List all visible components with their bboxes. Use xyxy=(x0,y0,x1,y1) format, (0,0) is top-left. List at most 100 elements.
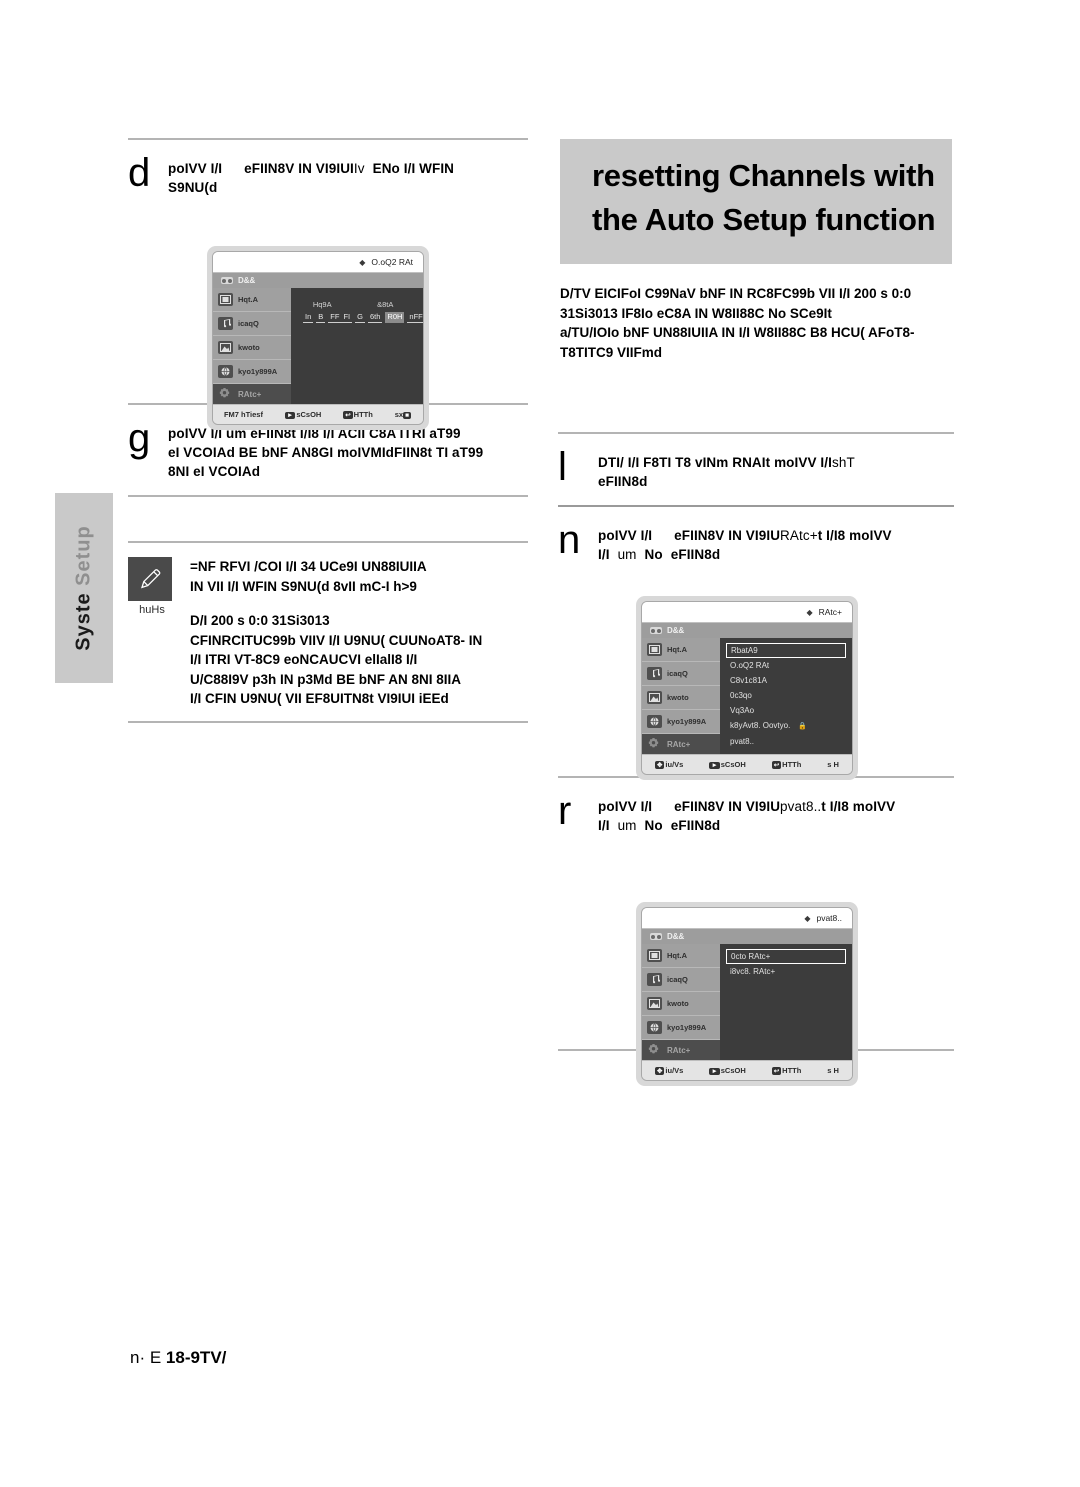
osd-sidebar-item-setup[interactable]: RAtc+ xyxy=(213,384,291,404)
osd-sidebar-label: kyo1y899A xyxy=(667,1023,707,1032)
osd-bottom-hint-3[interactable]: ↩ HTTh xyxy=(771,760,801,769)
intro-line-1: D/TV EICIFoI C99NaV bNF IN RC8FC99b VII … xyxy=(560,286,912,301)
osd-sidebar: Hqt.A icaqQ kwoto kyo1y899A RAtc+ xyxy=(213,288,291,404)
osd-main: Hqt.A icaqQ kwoto xyxy=(642,944,852,1060)
settings-cell-selected[interactable]: R0H xyxy=(385,312,405,323)
osd-main: Hqt.A icaqQ kwoto xyxy=(213,288,423,404)
note-paragraph-2: D/I 200 s 0:0 31Si3013 CFINRCITUC99b VII… xyxy=(190,611,528,709)
osd-sidebar-item-setup[interactable]: RAtc+ xyxy=(642,734,720,754)
osd-menu-item-selected[interactable]: 0cto RAtc+ xyxy=(726,949,846,964)
settings-cell[interactable]: B xyxy=(316,312,326,323)
osd-topbar: ◆ pvat8.. xyxy=(642,908,852,929)
osd-menu-item-locked[interactable]: k8yAvt8. Oovtyo. 🔒 xyxy=(726,718,846,734)
sidebar-tab-word-system: Syste xyxy=(72,592,95,651)
step-n: n poIVV I/I eFIIN8V IN VI9IURAtc+t I/I8 m… xyxy=(558,507,954,578)
osd-bottom-hint-1[interactable]: FM7 hTiesf xyxy=(224,410,263,419)
osd-sidebar-item-language[interactable]: kyo1y899A xyxy=(642,710,720,734)
settings-column-1: Hq9A In B FF xyxy=(303,300,342,334)
osd-bottom-bar: FM7 hTiesf ► sCsOH ↩ HTTh sx ■ xyxy=(213,404,423,424)
osd-sidebar-item-title[interactable]: Hqt.A xyxy=(642,638,720,662)
osd-bottom-hint-3[interactable]: ↩ HTTh xyxy=(343,410,373,419)
step-n-line1-d: t I/I8 moIVV xyxy=(817,528,892,543)
osd-sidebar-label: Hqt.A xyxy=(667,951,687,960)
osd-bottom-hint-2[interactable]: ► sCsOH xyxy=(709,1066,746,1075)
osd-sidebar-item-display[interactable]: kwoto xyxy=(642,992,720,1016)
osd-bottom-hint-2[interactable]: ► sCsOH xyxy=(284,410,321,419)
osd-sidebar: Hqt.A icaqQ kwoto kyo1y899A RAtc+ xyxy=(642,944,720,1060)
note-p2-line-3: I/I ITRI VT-8C9 eoNCAUCVI elIalI8 I/I xyxy=(190,652,418,667)
page-title-line-2: the Auto Setup function xyxy=(592,202,936,237)
osd-menu-item[interactable]: i8vc8. RAtc+ xyxy=(726,964,846,979)
lock-icon: 🔒 xyxy=(798,722,808,730)
settings-cell[interactable]: G xyxy=(355,312,365,323)
left-column: d poIVV I/I eFIIN8V IN VI9IUIIv ENo I/I WF… xyxy=(128,138,528,723)
osd-content: 0cto RAtc+ i8vc8. RAtc+ xyxy=(720,944,852,1060)
osd-sidebar-item-audio[interactable]: icaqQ xyxy=(642,968,720,992)
note-p1-line-2: IN VII I/I WFIN S9NU(d 8vII mC-I h>9 xyxy=(190,578,417,594)
osd-menu-item[interactable]: O.oQ2 RAt xyxy=(726,658,846,673)
osd-sidebar-label: kwoto xyxy=(667,693,689,702)
osd-topbar-title: pvat8.. xyxy=(816,913,842,923)
intro-line-3: a/TU/IOIo bNF UN88IUIIA IN I/I W8II88C B… xyxy=(560,325,915,340)
osd-setup-label: RAtc+ xyxy=(667,1045,691,1055)
osd-menu-item[interactable]: C8v1c81A xyxy=(726,673,846,688)
osd-bottom-hint-2[interactable]: ► sCsOH xyxy=(709,760,746,769)
osd-bottom-bar: ✥ iu/Vs ► sCsOH ↩ HTTh s H xyxy=(642,754,852,774)
osd-sidebar-item-title[interactable]: Hqt.A xyxy=(213,288,291,312)
picture-icon xyxy=(647,997,662,1010)
film-strip-icon xyxy=(647,949,662,962)
osd-bottom-hint-4[interactable]: s H xyxy=(827,760,839,769)
settings-cell[interactable]: FI xyxy=(341,312,353,323)
osd-menu-item[interactable]: Vq3Ao xyxy=(726,703,846,718)
gear-icon xyxy=(218,387,233,402)
osd-bottom-hint-1[interactable]: ✥ iu/Vs xyxy=(654,760,683,769)
picture-icon xyxy=(218,341,233,354)
pencil-icon xyxy=(128,557,172,601)
osd-sidebar-item-audio[interactable]: icaqQ xyxy=(642,662,720,686)
osd-content: RbatA9 O.oQ2 RAt C8v1c81A 0c3qo Vq3Ao k8… xyxy=(720,638,852,754)
settings-cell[interactable]: 6th xyxy=(367,312,383,323)
step-r-line2-b: um xyxy=(617,818,637,833)
step-r-line2-d: eFIIN8d xyxy=(670,818,721,833)
note-p2-line-5: I/I CFIN U9NU( VII EF8UITN8t VI9IUI iEEd xyxy=(190,691,449,706)
page-title: resetting Channels with the Auto Setup f… xyxy=(560,139,952,242)
osd-sidebar-label: kwoto xyxy=(667,999,689,1008)
button-glyph-icon: ► xyxy=(709,1068,720,1075)
music-note-icon xyxy=(218,317,233,330)
globe-icon xyxy=(647,1021,662,1034)
music-note-icon xyxy=(647,667,662,680)
step-r-line1-d: t I/I8 moIVV xyxy=(821,799,896,814)
osd-sidebar-label: icaqQ xyxy=(667,975,688,984)
settings-cell[interactable]: In xyxy=(303,312,314,323)
osd-frame: ◆ O.oQ2 RAt D&& Hqt.A icaqQ kwoto kyo1y8… xyxy=(212,251,424,425)
dpad-icon: ✥ xyxy=(654,761,665,769)
osd-disc-bar: D&& xyxy=(213,273,423,288)
osd-sidebar-item-setup[interactable]: RAtc+ xyxy=(642,1040,720,1060)
settings-column-2: &8tA FI G 6th R0H nFFg xyxy=(341,300,423,334)
osd-bottom-hint-4[interactable]: s H xyxy=(827,1066,839,1075)
step-g-number: g xyxy=(128,416,151,460)
step-r-line1-a: poIVV I/I xyxy=(598,799,653,814)
osd-menu-item-selected[interactable]: RbatA9 xyxy=(726,643,846,658)
osd-sidebar-item-display[interactable]: kwoto xyxy=(642,686,720,710)
osd-sidebar-item-language[interactable]: kyo1y899A xyxy=(642,1016,720,1040)
osd-menu-item[interactable]: 0c3qo xyxy=(726,688,846,703)
settings-cell[interactable]: FF xyxy=(328,312,342,323)
osd-bottom-hint-3[interactable]: ↩ HTTh xyxy=(771,1066,801,1075)
osd-menu-item[interactable]: pvat8.. xyxy=(726,734,846,749)
osd-sidebar-item-title[interactable]: Hqt.A xyxy=(642,944,720,968)
note-paragraph-1: =NF RFVI /COI I/I 34 UCe9I UN88IUIIA IN … xyxy=(190,557,528,596)
note-p2-line-4: U/C88I9V p3h IN p3Md BE bNF AN 8NI 8IIA xyxy=(190,671,462,687)
osd-sidebar-item-language[interactable]: kyo1y899A xyxy=(213,360,291,384)
osd-sidebar-item-display[interactable]: kwoto xyxy=(213,336,291,360)
osd-menu-list: RbatA9 O.oQ2 RAt C8v1c81A 0c3qo Vq3Ao k8… xyxy=(726,642,846,749)
step-l-text: DTI/ I/I F8TI T8 vINm RNAIt moIVV I/IshT… xyxy=(598,450,954,491)
note-icon-label: huHs xyxy=(139,604,165,616)
osd-bottom-hint-4[interactable]: sx ■ xyxy=(395,410,412,419)
picture-icon xyxy=(647,691,662,704)
osd-sidebar-item-audio[interactable]: icaqQ xyxy=(213,312,291,336)
settings-column-2-header: &8tA xyxy=(377,300,394,309)
settings-cell[interactable]: nFFg xyxy=(407,312,423,323)
osd-main: Hqt.A icaqQ kwoto xyxy=(642,638,852,754)
osd-bottom-hint-1[interactable]: ✥ iu/Vs xyxy=(654,1066,683,1075)
